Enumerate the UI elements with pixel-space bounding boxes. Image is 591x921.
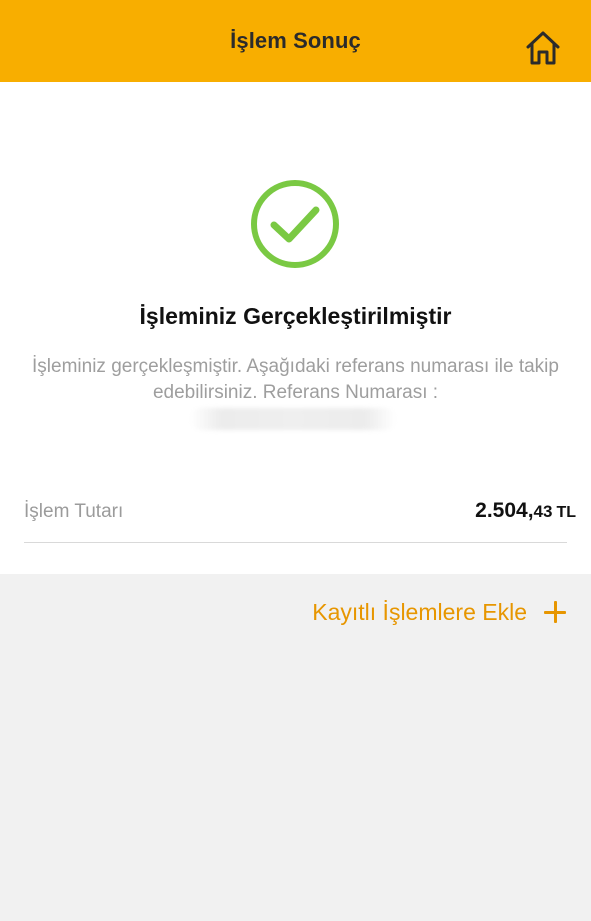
success-description: İşleminiz gerçekleşmiştir. Aşağıdaki ref…: [32, 356, 559, 403]
success-title: İşleminiz Gerçekleştirilmiştir: [139, 303, 452, 329]
plus-icon: [543, 600, 567, 624]
amount-value: 2.504,43 TL: [475, 499, 576, 523]
add-to-saved-transactions-button[interactable]: Kayıtlı İşlemlere Ekle: [312, 596, 567, 628]
amount-integer: 2.504,: [475, 499, 534, 522]
app-header: İşlem Sonuç: [0, 0, 591, 82]
success-status: [249, 178, 341, 270]
divider: [24, 542, 567, 543]
amount-currency: TL: [556, 504, 576, 521]
amount-row: İşlem Tutarı 2.504,43 TL: [24, 496, 576, 530]
result-card: İşleminiz Gerçekleştirilmiştir İşleminiz…: [0, 82, 591, 574]
amount-decimal: 43: [533, 502, 553, 521]
reference-number-redacted: [190, 408, 396, 430]
home-button[interactable]: [522, 27, 564, 69]
add-to-saved-label: Kayıtlı İşlemlere Ekle: [312, 598, 527, 625]
check-circle-icon: [251, 180, 339, 268]
home-icon: [526, 31, 560, 65]
page-title: İşlem Sonuç: [230, 28, 361, 53]
amount-label: İşlem Tutarı: [24, 501, 124, 522]
